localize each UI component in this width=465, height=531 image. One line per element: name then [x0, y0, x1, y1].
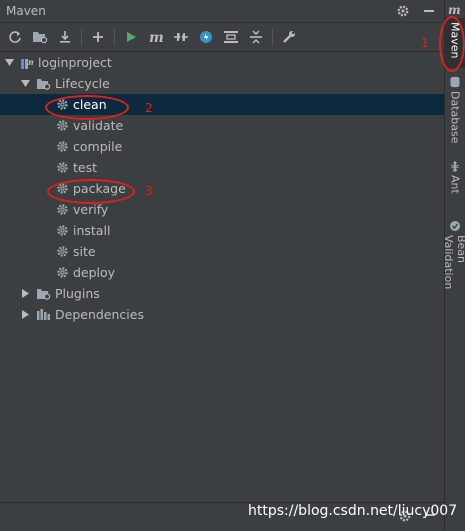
gear-icon[interactable] — [394, 2, 412, 20]
tool-window-header: Maven — [0, 0, 444, 23]
tree-node-label: compile — [73, 139, 123, 154]
tab-label: Bean Validation — [442, 235, 465, 290]
toggle-offline-icon[interactable] — [169, 25, 193, 49]
annotation-ellipse-maven-tab — [439, 16, 465, 72]
svg-text:m: m — [448, 3, 461, 17]
collapsed-arrow-icon[interactable] — [20, 310, 30, 320]
annotation-number: 1 — [421, 36, 429, 50]
tree-node-label: validate — [73, 118, 124, 133]
maven-m-icon: m — [448, 3, 462, 17]
gear-icon — [56, 224, 69, 237]
add-icon[interactable] — [86, 25, 110, 49]
tree-node-label: site — [73, 244, 96, 259]
tree-node-plugins[interactable]: Plugins — [0, 283, 444, 304]
toolbar-separator — [81, 28, 82, 46]
reload-icon[interactable] — [3, 25, 27, 49]
skip-tests-icon[interactable] — [194, 25, 218, 49]
tab-label: Ant — [448, 175, 462, 194]
tree-node-project[interactable]: m loginproject — [0, 52, 444, 73]
maven-goal-icon[interactable]: m — [144, 25, 168, 49]
annotation-number: 2 — [145, 101, 153, 115]
tree-node-goal-install[interactable]: install — [0, 220, 444, 241]
collapse-all-icon[interactable] — [244, 25, 268, 49]
maven-project-icon: m — [20, 56, 34, 70]
toolbar-separator — [114, 28, 115, 46]
run-icon[interactable] — [119, 25, 143, 49]
tree-node-label: test — [73, 160, 98, 175]
tree-node-label: Lifecycle — [55, 76, 110, 91]
tree-node-goal-verify[interactable]: verify — [0, 199, 444, 220]
tree-node-goal-site[interactable]: site — [0, 241, 444, 262]
tree-node-goal-compile[interactable]: compile — [0, 136, 444, 157]
right-tool-window-strip: m Maven Database Ant Bean Validation — [442, 0, 465, 530]
gear-icon — [56, 266, 69, 279]
tree-node-label: Dependencies — [55, 307, 144, 322]
generate-sources-icon[interactable] — [28, 25, 52, 49]
tree-node-label: install — [73, 223, 111, 238]
annotation-ellipse-clean — [45, 95, 129, 120]
collapsed-arrow-icon[interactable] — [20, 289, 30, 299]
gear-icon — [56, 119, 69, 132]
svg-text:m: m — [149, 30, 164, 44]
maven-toolbar: m — [0, 23, 447, 52]
tree-node-label: Plugins — [55, 286, 100, 301]
show-dependencies-icon[interactable] — [219, 25, 243, 49]
gear-icon — [56, 203, 69, 216]
tree-node-label: verify — [73, 202, 109, 217]
toolbar-separator — [272, 28, 273, 46]
bean-validation-icon — [449, 220, 461, 232]
gear-icon — [56, 140, 69, 153]
download-icon[interactable] — [53, 25, 77, 49]
expand-arrow-icon[interactable] — [4, 58, 14, 68]
lifecycle-folder-icon — [36, 77, 51, 90]
tree-node-label: deploy — [73, 265, 116, 280]
tree-node-goal-test[interactable]: test — [0, 157, 444, 178]
tree-node-goal-deploy[interactable]: deploy — [0, 262, 444, 283]
annotation-ellipse-package — [47, 179, 135, 204]
gear-icon — [56, 245, 69, 258]
tab-database[interactable]: Database — [445, 76, 465, 146]
database-icon — [449, 76, 461, 88]
svg-text:m: m — [28, 57, 34, 67]
maven-projects-tree: m loginproject Lifecycle clean validate … — [0, 52, 444, 502]
tab-label: Database — [448, 91, 462, 144]
plugins-folder-icon — [36, 287, 51, 300]
watermark-text: https://blog.csdn.net/liucy007 — [248, 503, 458, 519]
ant-icon — [449, 160, 461, 172]
tree-node-lifecycle[interactable]: Lifecycle — [0, 73, 444, 94]
tree-node-label: loginproject — [38, 55, 112, 70]
annotation-number: 3 — [145, 184, 153, 198]
minimize-icon[interactable] — [420, 2, 438, 20]
tool-window-title: Maven — [6, 4, 46, 18]
settings-wrench-icon[interactable] — [277, 25, 301, 49]
gear-icon — [56, 161, 69, 174]
tree-node-dependencies[interactable]: Dependencies — [0, 304, 444, 325]
expand-arrow-icon[interactable] — [20, 79, 30, 89]
dependencies-icon — [36, 308, 51, 321]
tab-ant[interactable]: Ant — [445, 160, 465, 202]
tab-bean-validation[interactable]: Bean Validation — [442, 220, 465, 320]
